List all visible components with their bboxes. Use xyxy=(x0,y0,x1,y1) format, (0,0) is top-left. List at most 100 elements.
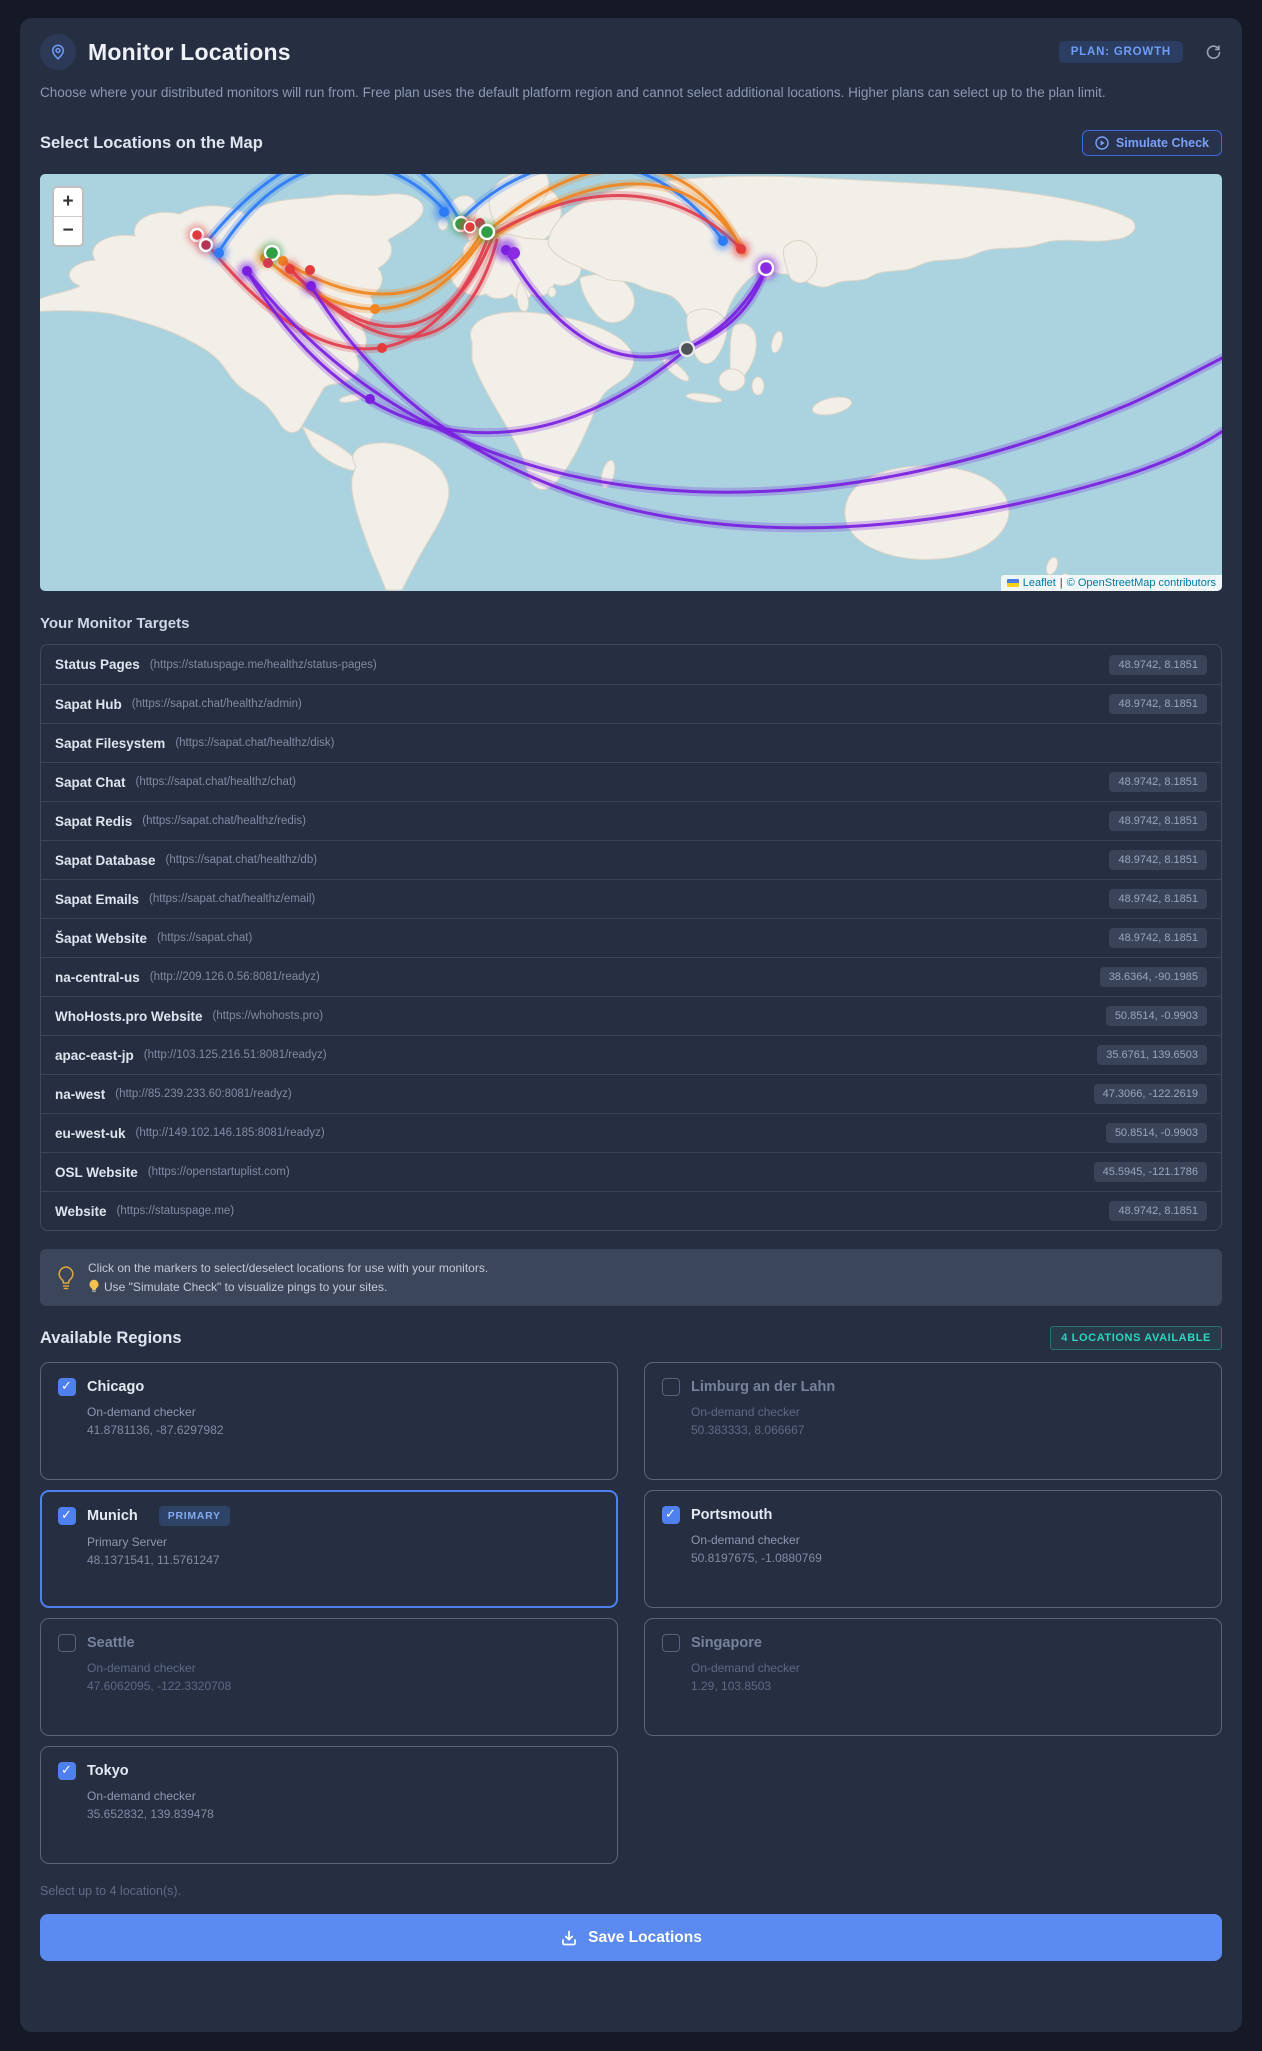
marker-green-chicago[interactable] xyxy=(263,245,281,262)
simulate-check-button[interactable]: Simulate Check xyxy=(1081,130,1222,157)
region-type: Primary Server xyxy=(87,1535,168,1550)
marker-red[interactable] xyxy=(305,265,315,276)
region-name: Portsmouth xyxy=(691,1507,773,1524)
marker-purple[interactable] xyxy=(508,247,520,260)
marker-purple[interactable] xyxy=(306,281,316,292)
target-coordinates-badge: 48.9742, 8.1851 xyxy=(1109,811,1207,832)
target-url: (http://85.239.233.60:8081/readyz) xyxy=(115,1088,292,1101)
monitor-targets-list: Status Pages (https://statuspage.me/healt… xyxy=(40,644,1222,1232)
marker-purple-tokyo[interactable] xyxy=(757,260,775,277)
target-url: (http://149.102.146.185:8081/readyz) xyxy=(135,1127,325,1140)
region-card-singapore[interactable]: Singapore On-demand checker 1.29, 103.85… xyxy=(644,1618,1222,1737)
refresh-icon[interactable] xyxy=(1205,44,1222,61)
marker-red[interactable] xyxy=(463,220,477,234)
target-url: (https://sapat.chat/healthz/admin) xyxy=(131,698,302,711)
target-name: Sapat Hub xyxy=(55,696,122,712)
checkbox-singapore[interactable] xyxy=(662,1634,680,1653)
regions-heading: Available Regions xyxy=(40,1328,182,1347)
region-card-portsmouth[interactable]: Portsmouth On-demand checker 50.8197675,… xyxy=(644,1490,1222,1609)
table-row: eu-west-uk (http://149.102.146.185:8081/r… xyxy=(41,1113,1221,1152)
region-card-seattle[interactable]: Seattle On-demand checker 47.6062095, -1… xyxy=(40,1618,618,1737)
region-card-chicago[interactable]: Chicago On-demand checker 41.8781136, -8… xyxy=(40,1362,618,1481)
monitor-locations-panel: Monitor Locations PLAN: GROWTH Choose wh… xyxy=(20,18,1242,2032)
marker-red[interactable] xyxy=(285,264,295,275)
target-coordinates-badge: 48.9742, 8.1851 xyxy=(1109,850,1207,871)
plan-badge: PLAN: GROWTH xyxy=(1058,41,1183,63)
table-row: Sapat Emails (https://sapat.chat/healthz/… xyxy=(41,879,1221,918)
target-name: Website xyxy=(55,1203,107,1219)
region-card-limburg[interactable]: Limburg an der Lahn On-demand checker 50… xyxy=(644,1362,1222,1481)
marker-purple[interactable] xyxy=(365,394,375,405)
table-row: Sapat Redis (https://sapat.chat/healthz/r… xyxy=(41,801,1221,840)
marker-crimson[interactable] xyxy=(198,238,214,253)
world-map[interactable]: + − Leaflet | © OpenStreetMap contributo… xyxy=(40,174,1222,592)
locations-available-badge: 4 LOCATIONS AVAILABLE xyxy=(1050,1326,1222,1351)
selection-limit-note: Select up to 4 location(s). xyxy=(40,1884,182,1899)
leaflet-link[interactable]: Leaflet xyxy=(1023,577,1056,589)
page-title: Monitor Locations xyxy=(88,38,291,65)
checkbox-tokyo[interactable] xyxy=(58,1762,76,1781)
target-name: Šapat Website xyxy=(55,930,148,946)
target-url: (https://sapat.chat/healthz/redis) xyxy=(142,815,306,828)
target-name: na-central-us xyxy=(55,969,140,985)
lightbulb-emoji xyxy=(89,1279,99,1292)
marker-blue[interactable] xyxy=(439,207,449,218)
marker-red[interactable] xyxy=(377,343,387,354)
header: Monitor Locations PLAN: GROWTH xyxy=(40,34,1222,70)
marker-blue[interactable] xyxy=(214,248,224,259)
lightbulb-icon xyxy=(58,1266,74,1290)
map-section-header: Select Locations on the Map Simulate Che… xyxy=(40,130,1222,157)
target-coordinates-badge: 48.9742, 8.1851 xyxy=(1109,772,1207,793)
checkbox-limburg[interactable] xyxy=(662,1378,680,1397)
marker-orange[interactable] xyxy=(370,304,380,315)
checkbox-portsmouth[interactable] xyxy=(662,1506,680,1525)
table-row: apac-east-jp (http://103.125.216.51:8081/… xyxy=(41,1035,1221,1074)
target-url: (https://sapat.chat/healthz/chat) xyxy=(135,776,296,789)
zoom-out-button[interactable]: − xyxy=(54,216,82,245)
checkbox-munich[interactable] xyxy=(58,1507,76,1526)
map-zoom-control: + − xyxy=(52,186,84,248)
marker-blue[interactable] xyxy=(718,236,728,247)
attribution-separator: | xyxy=(1059,577,1063,590)
region-coordinates: 50.383333, 8.066667 xyxy=(691,1423,805,1438)
marker-purple[interactable] xyxy=(242,266,252,277)
target-url: (https://statuspage.me) xyxy=(116,1205,235,1218)
tip-line-1: Click on the markers to select/deselect … xyxy=(88,1261,489,1276)
region-type: On-demand checker xyxy=(87,1789,196,1804)
region-name: Chicago xyxy=(87,1379,145,1396)
region-card-munich[interactable]: Munich PRIMARY Primary Server 48.1371541… xyxy=(40,1490,618,1609)
target-name: WhoHosts.pro Website xyxy=(55,1008,203,1024)
region-coordinates: 47.6062095, -122.3320708 xyxy=(87,1679,232,1694)
region-card-tokyo[interactable]: Tokyo On-demand checker 35.652832, 139.8… xyxy=(40,1746,618,1865)
target-url: (https://sapat.chat/healthz/db) xyxy=(165,854,318,867)
primary-badge: PRIMARY xyxy=(158,1506,230,1527)
checkbox-chicago[interactable] xyxy=(58,1378,76,1397)
marker-red[interactable] xyxy=(736,244,746,255)
save-locations-label: Save Locations xyxy=(588,1928,702,1946)
ukraine-flag-icon xyxy=(1006,579,1019,588)
location-pin-icon xyxy=(40,34,76,70)
target-coordinates-badge: 48.9742, 8.1851 xyxy=(1109,928,1207,949)
target-coordinates-badge: 35.6761, 139.6503 xyxy=(1097,1045,1207,1066)
region-cards-grid: Chicago On-demand checker 41.8781136, -8… xyxy=(40,1362,1222,1865)
save-locations-button[interactable]: Save Locations xyxy=(40,1914,1222,1962)
region-coordinates: 50.8197675, -1.0880769 xyxy=(691,1551,822,1566)
target-coordinates-badge: 50.8514, -0.9903 xyxy=(1105,1006,1207,1027)
marker-gray-singapore[interactable] xyxy=(678,341,696,358)
target-url: (https://sapat.chat/healthz/email) xyxy=(149,893,316,906)
table-row: Website (https://statuspage.me) 48.9742, 8… xyxy=(41,1191,1221,1230)
openstreetmap-link[interactable]: © OpenStreetMap contributors xyxy=(1067,577,1216,589)
target-url: (https://sapat.chat) xyxy=(157,932,253,945)
target-coordinates-badge: 48.9742, 8.1851 xyxy=(1109,1201,1207,1222)
target-coordinates-badge: 48.9742, 8.1851 xyxy=(1109,889,1207,910)
targets-heading: Your Monitor Targets xyxy=(40,615,190,633)
zoom-in-button[interactable]: + xyxy=(54,188,82,216)
map-section-title: Select Locations on the Map xyxy=(40,133,263,152)
marker-green-munich[interactable] xyxy=(478,224,496,241)
region-name: Singapore xyxy=(691,1635,762,1652)
target-url: (https://openstartuplist.com) xyxy=(147,1166,290,1179)
checkbox-seattle[interactable] xyxy=(58,1634,76,1653)
region-name: Seattle xyxy=(87,1635,135,1652)
marker-crimson[interactable] xyxy=(263,258,273,269)
table-row: na-central-us (http://209.126.0.56:8081/r… xyxy=(41,957,1221,996)
